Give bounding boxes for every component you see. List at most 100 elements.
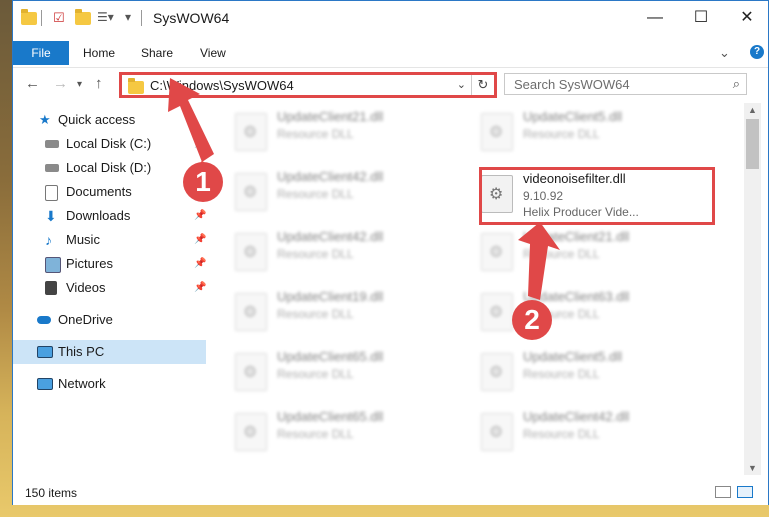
separator: [141, 10, 142, 26]
quick-access-toolbar-dropdown-icon[interactable]: ▾: [125, 10, 141, 26]
sidebar-item-local-disk-c[interactable]: Local Disk (C:) 📌: [13, 132, 206, 156]
recent-locations-icon[interactable]: ▾: [77, 79, 82, 90]
file-name: UpdateClient42.dll: [277, 169, 384, 184]
title-bar: ☑ ☰▾ ▾ SysWOW64 — ☐ ✕: [13, 1, 768, 35]
dll-file-icon: [235, 113, 267, 151]
scroll-down-icon[interactable]: ▼: [744, 463, 761, 473]
vertical-scrollbar[interactable]: ▲ ▼: [744, 103, 761, 475]
file-item[interactable]: UpdateClient21.dll Resource DLL: [473, 225, 705, 281]
navigation-bar: ← → ▾ ↑ C:\Windows\SysWOW64 ⌄ ↻ Search S…: [13, 67, 768, 102]
new-folder-icon[interactable]: [75, 9, 91, 26]
status-bar: 150 items: [13, 481, 768, 505]
address-path: C:\Windows\SysWOW64: [150, 78, 294, 93]
sidebar-item-quick-access[interactable]: ★ Quick access: [13, 108, 206, 132]
search-box[interactable]: Search SysWOW64 ⌕: [504, 73, 747, 95]
sidebar-item-documents[interactable]: Documents 📌: [13, 180, 206, 204]
tab-home[interactable]: Home: [83, 41, 115, 65]
sidebar-item-label: Pictures: [66, 256, 113, 271]
sidebar-item-label: Downloads: [66, 208, 131, 223]
back-icon[interactable]: ←: [25, 75, 40, 92]
search-input[interactable]: Search SysWOW64: [514, 77, 630, 92]
drive-icon: [45, 164, 59, 172]
sidebar-item-pictures[interactable]: Pictures 📌: [13, 252, 206, 276]
folder-icon: [128, 78, 144, 94]
details-view-icon[interactable]: [715, 486, 731, 498]
file-description: Resource DLL: [277, 307, 354, 321]
item-count: 150 items: [25, 486, 78, 500]
properties-icon[interactable]: ☑: [53, 10, 69, 26]
sidebar-item-local-disk-d[interactable]: Local Disk (D:) 📌: [13, 156, 206, 180]
tab-file[interactable]: File: [13, 41, 69, 65]
sidebar-item-label: Local Disk (C:): [66, 136, 152, 151]
file-name: UpdateClient65.dll: [277, 349, 384, 364]
search-icon[interactable]: ⌕: [733, 76, 740, 92]
file-name: UpdateClient21.dll: [277, 109, 384, 124]
forward-icon[interactable]: →: [53, 75, 68, 92]
dll-file-icon: [235, 353, 267, 391]
address-bar[interactable]: C:\Windows\SysWOW64 ⌄ ↻: [119, 72, 497, 98]
file-item[interactable]: UpdateClient5.dll Resource DLL: [473, 105, 705, 161]
sidebar-item-label: Videos: [66, 280, 106, 295]
file-item[interactable]: UpdateClient42.dll Resource DLL: [473, 405, 705, 461]
folder-icon: [21, 9, 37, 26]
file-item[interactable]: UpdateClient65.dll Resource DLL: [227, 405, 459, 461]
dll-file-icon: [235, 293, 267, 331]
sidebar-item-videos[interactable]: Videos 📌: [13, 276, 206, 300]
file-name: UpdateClient5.dll: [523, 349, 623, 364]
scroll-up-icon[interactable]: ▲: [744, 105, 761, 115]
file-name: UpdateClient42.dll: [523, 409, 630, 424]
large-icons-view-icon[interactable]: [737, 486, 753, 498]
sidebar-item-label: Music: [66, 232, 100, 247]
pin-icon[interactable]: 📌: [194, 132, 206, 156]
scrollbar-thumb[interactable]: [746, 119, 759, 169]
tab-view[interactable]: View: [200, 41, 226, 65]
file-description: Resource DLL: [523, 367, 600, 381]
up-icon[interactable]: ↑: [95, 75, 103, 92]
file-description: Resource DLL: [277, 367, 354, 381]
file-list: UpdateClient21.dll Resource DLL UpdateCl…: [207, 103, 743, 475]
videos-icon: [45, 281, 57, 295]
pin-icon[interactable]: 📌: [194, 276, 206, 300]
chevron-down-icon[interactable]: ⌄: [457, 78, 466, 91]
tab-share[interactable]: Share: [141, 41, 173, 65]
file-item[interactable]: UpdateClient42.dll Resource DLL: [227, 225, 459, 281]
file-item[interactable]: UpdateClient63.dll Resource DLL: [473, 285, 705, 341]
explorer-window: ☑ ☰▾ ▾ SysWOW64 — ☐ ✕ File Home Share Vi…: [12, 0, 769, 505]
computer-icon: [37, 346, 53, 358]
drive-icon: [45, 140, 59, 148]
file-name: UpdateClient65.dll: [277, 409, 384, 424]
maximize-button[interactable]: ☐: [678, 1, 724, 35]
step-1-badge: 1: [183, 162, 223, 202]
file-item[interactable]: UpdateClient65.dll Resource DLL: [227, 345, 459, 401]
file-description: Resource DLL: [523, 127, 600, 141]
file-item[interactable]: UpdateClient21.dll Resource DLL: [227, 105, 459, 161]
file-description: Resource DLL: [523, 427, 600, 441]
sidebar-item-network[interactable]: Network: [13, 372, 206, 396]
sidebar-item-downloads[interactable]: ⬇ Downloads 📌: [13, 204, 206, 228]
navigation-pane: ★ Quick access Local Disk (C:) 📌 Local D…: [13, 103, 206, 475]
dll-file-icon: [481, 113, 513, 151]
sidebar-item-label: Documents: [66, 184, 132, 199]
pin-icon[interactable]: 📌: [194, 228, 206, 252]
file-name: UpdateClient21.dll: [523, 229, 630, 244]
customize-toolbar-icon[interactable]: ☰▾: [97, 10, 114, 26]
close-button[interactable]: ✕: [724, 1, 769, 35]
sidebar-item-onedrive[interactable]: OneDrive: [13, 308, 206, 332]
pin-icon[interactable]: 📌: [194, 252, 206, 276]
file-description: Resource DLL: [277, 187, 354, 201]
refresh-icon[interactable]: ↻: [471, 75, 494, 95]
file-item[interactable]: UpdateClient42.dll Resource DLL: [227, 165, 459, 221]
expand-ribbon-icon[interactable]: ⌄: [719, 45, 730, 61]
step-2-badge: 2: [512, 300, 552, 340]
sidebar-item-this-pc[interactable]: This PC: [13, 340, 206, 364]
sidebar-item-label: Network: [58, 376, 106, 391]
file-item[interactable]: UpdateClient19.dll Resource DLL: [227, 285, 459, 341]
help-icon[interactable]: ?: [750, 45, 764, 59]
pin-icon[interactable]: 📌: [194, 204, 206, 228]
sidebar-item-music[interactable]: ♪ Music 📌: [13, 228, 206, 252]
sidebar-item-label: Local Disk (D:): [66, 160, 152, 175]
minimize-button[interactable]: —: [632, 1, 678, 35]
file-item[interactable]: UpdateClient5.dll Resource DLL: [473, 345, 705, 401]
file-description: Resource DLL: [277, 247, 354, 261]
dll-file-icon: [481, 233, 513, 271]
